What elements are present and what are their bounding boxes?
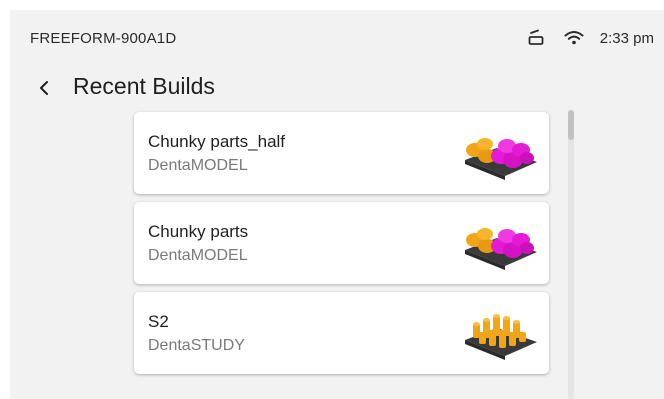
- screen: FREEFORM-900A1D 2:33 pm Recent Builds Ch…: [10, 10, 664, 399]
- page-header: Recent Builds: [10, 68, 664, 108]
- recent-builds-list: Chunky parts_half DentaMODEL Chunky part…: [134, 112, 552, 382]
- build-name: S2: [148, 312, 169, 331]
- clock: 2:33 pm: [599, 29, 654, 47]
- status-icons: 2:33 pm: [524, 26, 654, 50]
- scrollbar[interactable]: [568, 110, 574, 399]
- build-card[interactable]: Chunky parts_half DentaMODEL: [134, 112, 549, 194]
- status-bar: FREEFORM-900A1D 2:33 pm: [10, 10, 664, 66]
- wifi-icon[interactable]: [562, 26, 586, 50]
- build-material: DentaSTUDY: [148, 337, 245, 354]
- printer-tray-icon[interactable]: [524, 26, 548, 50]
- build-thumbnail-icon: [465, 314, 537, 360]
- build-card[interactable]: Chunky parts DentaMODEL: [134, 202, 549, 284]
- build-thumbnail-icon: [465, 138, 537, 180]
- scrollbar-thumb[interactable]: [568, 110, 574, 140]
- build-material: DentaMODEL: [148, 157, 248, 174]
- build-name: Chunky parts: [148, 222, 249, 241]
- build-material: DentaMODEL: [148, 247, 248, 264]
- back-button[interactable]: [32, 76, 56, 100]
- page-title: Recent Builds: [73, 73, 215, 99]
- chevron-left-icon: [40, 81, 48, 95]
- build-name: Chunky parts_half: [148, 132, 286, 151]
- device-name: FREEFORM-900A1D: [30, 30, 177, 47]
- build-thumbnail-icon: [465, 228, 537, 270]
- build-card[interactable]: S2 DentaSTUDY: [134, 292, 549, 374]
